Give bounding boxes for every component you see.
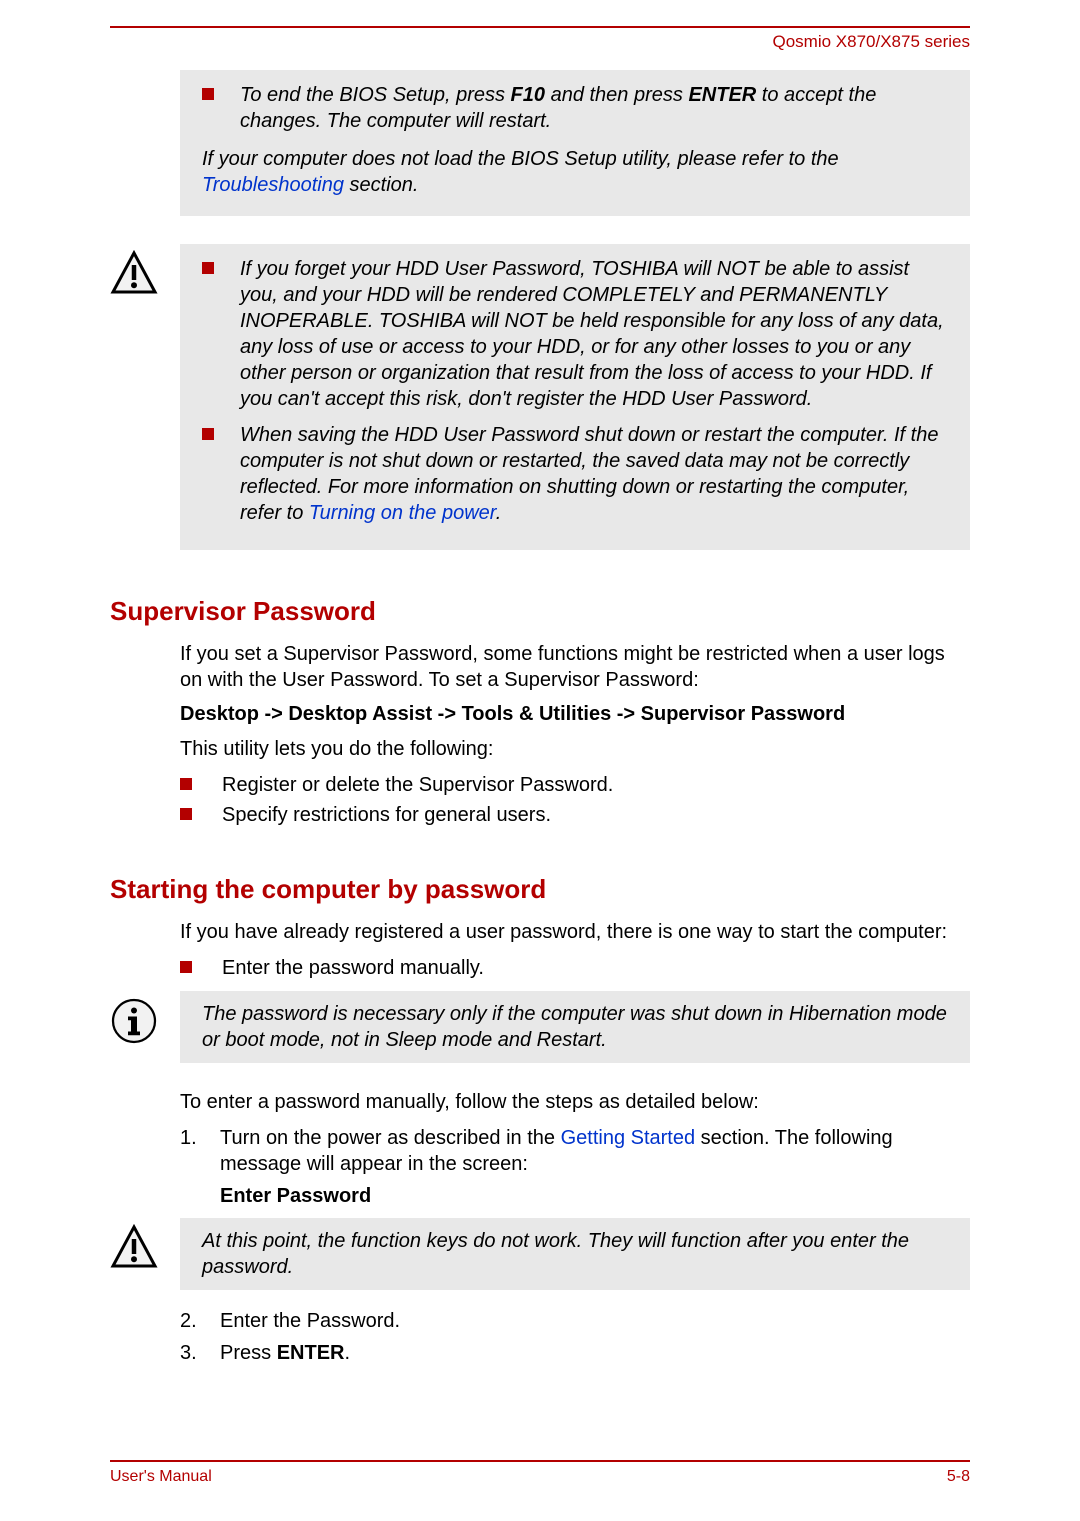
step-2: 2. Enter the Password. xyxy=(180,1308,970,1334)
list-item: Specify restrictions for general users. xyxy=(180,802,970,828)
warn2-section: At this point, the function keys do not … xyxy=(110,1218,970,1290)
bios-bullet-text: To end the BIOS Setup, press F10 and the… xyxy=(240,82,948,134)
info-section: The password is necessary only if the co… xyxy=(110,991,970,1063)
bios-note-box: To end the BIOS Setup, press F10 and the… xyxy=(180,70,970,216)
header-rule xyxy=(110,26,970,28)
key-enter: ENTER xyxy=(688,84,756,106)
list-text: Specify restrictions for general users. xyxy=(222,802,551,828)
info-icon xyxy=(110,997,158,1045)
step-text: Turn on the power as described in the Ge… xyxy=(220,1125,970,1177)
enter-password-label: Enter Password xyxy=(220,1185,970,1208)
warn-bullet-2: When saving the HDD User Password shut d… xyxy=(202,422,948,526)
info-icon-cell xyxy=(110,991,180,1063)
getting-started-link[interactable]: Getting Started xyxy=(561,1127,696,1149)
list-text: Register or delete the Supervisor Passwo… xyxy=(222,772,613,798)
warn-text-1: If you forget your HDD User Password, TO… xyxy=(240,256,948,412)
warning-triangle-icon xyxy=(110,250,158,298)
starting-p2: To enter a password manually, follow the… xyxy=(180,1089,970,1115)
key-enter: ENTER xyxy=(277,1342,345,1364)
bullet-square-icon xyxy=(180,961,192,973)
function-keys-warning-box: At this point, the function keys do not … xyxy=(180,1218,970,1290)
hdd-warning-box: If you forget your HDD User Password, TO… xyxy=(180,244,970,550)
step-3: 3. Press ENTER. xyxy=(180,1340,970,1366)
step-number: 2. xyxy=(180,1308,220,1334)
header-product: Qosmio X870/X875 series xyxy=(110,32,970,52)
warning-icon-cell xyxy=(110,244,180,550)
supervisor-path: Desktop -> Desktop Assist -> Tools & Uti… xyxy=(180,703,970,726)
step-text: Press ENTER. xyxy=(220,1340,350,1366)
starting-list: Enter the password manually. xyxy=(180,955,970,981)
step-number: 3. xyxy=(180,1340,220,1366)
step-number: 1. xyxy=(180,1125,220,1177)
starting-computer-heading: Starting the computer by password xyxy=(110,874,970,905)
text: section. xyxy=(344,174,418,196)
password-info-box: The password is necessary only if the co… xyxy=(180,991,970,1063)
warning-section: If you forget your HDD User Password, TO… xyxy=(110,244,970,550)
warning-triangle-icon xyxy=(110,1224,158,1272)
text: If your computer does not load the BIOS … xyxy=(202,148,839,170)
troubleshooting-link[interactable]: Troubleshooting xyxy=(202,174,344,196)
bios-follow-text: If your computer does not load the BIOS … xyxy=(202,146,948,198)
footer-page-number: 5-8 xyxy=(947,1468,970,1486)
supervisor-password-heading: Supervisor Password xyxy=(110,596,970,627)
footer-left: User's Manual xyxy=(110,1468,212,1486)
bullet-square-icon xyxy=(202,428,214,440)
starting-p1: If you have already registered a user pa… xyxy=(180,919,970,945)
bullet-square-icon xyxy=(180,778,192,790)
text: and then press xyxy=(545,84,688,106)
key-f10: F10 xyxy=(511,84,545,106)
bios-bullet: To end the BIOS Setup, press F10 and the… xyxy=(202,82,948,134)
text: Press xyxy=(220,1342,277,1364)
list-text: Enter the password manually. xyxy=(222,955,484,981)
bullet-square-icon xyxy=(202,262,214,274)
footer: User's Manual 5-8 xyxy=(110,1460,970,1486)
warn-text-2: When saving the HDD User Password shut d… xyxy=(240,422,948,526)
supervisor-p1: If you set a Supervisor Password, some f… xyxy=(180,641,970,693)
turning-on-power-link[interactable]: Turning on the power xyxy=(309,502,496,524)
text: To end the BIOS Setup, press xyxy=(240,84,511,106)
text: . xyxy=(344,1342,350,1364)
supervisor-p2: This utility lets you do the following: xyxy=(180,736,970,762)
list-item: Enter the password manually. xyxy=(180,955,970,981)
step-1: 1. Turn on the power as described in the… xyxy=(180,1125,970,1177)
step-text: Enter the Password. xyxy=(220,1308,400,1334)
page: Qosmio X870/X875 series To end the BIOS … xyxy=(0,0,1080,1407)
warn-bullet-1: If you forget your HDD User Password, TO… xyxy=(202,256,948,412)
supervisor-list: Register or delete the Supervisor Passwo… xyxy=(180,772,970,828)
text: . xyxy=(496,502,502,524)
bullet-square-icon xyxy=(180,808,192,820)
warn2-icon-cell xyxy=(110,1218,180,1290)
text: Turn on the power as described in the xyxy=(220,1127,561,1149)
list-item: Register or delete the Supervisor Passwo… xyxy=(180,772,970,798)
bullet-square-icon xyxy=(202,88,214,100)
